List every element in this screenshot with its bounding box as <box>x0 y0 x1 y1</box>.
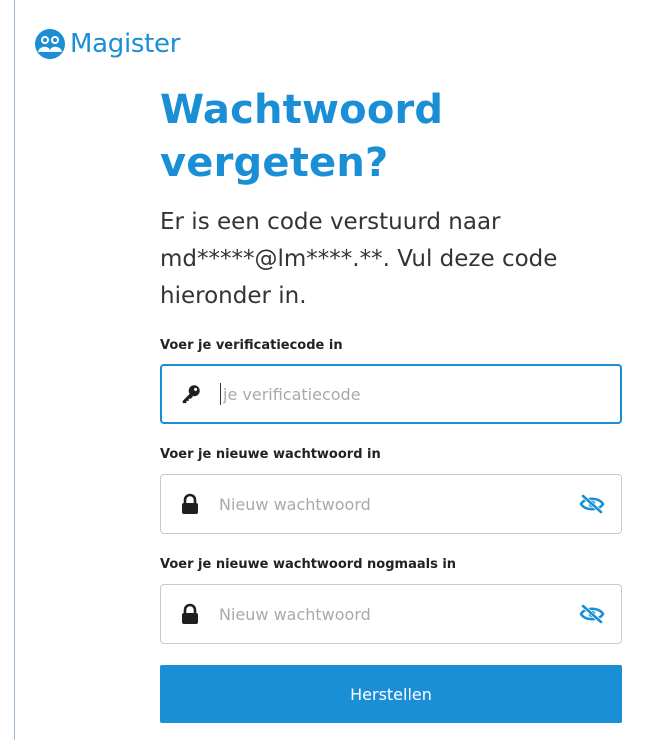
repeat-password-input[interactable] <box>219 585 563 643</box>
verification-code-input[interactable] <box>223 366 620 422</box>
key-icon <box>162 366 220 422</box>
eye-slash-icon[interactable] <box>563 585 621 643</box>
new-password-label: Voer je nieuwe wachtwoord in <box>160 447 381 462</box>
text-caret <box>220 383 221 405</box>
reset-button[interactable]: Herstellen <box>160 665 622 723</box>
new-password-input[interactable] <box>219 475 563 533</box>
repeat-password-field[interactable] <box>160 584 622 644</box>
magister-logo: Magister <box>34 27 180 61</box>
verification-code-label: Voer je verificatiecode in <box>160 338 343 353</box>
repeat-password-label: Voer je nieuwe wachtwoord nogmaals in <box>160 557 457 572</box>
magister-logo-icon <box>34 28 66 60</box>
lock-icon <box>161 475 219 533</box>
lock-icon <box>161 585 219 643</box>
verification-code-field[interactable] <box>160 364 622 424</box>
new-password-field[interactable] <box>160 474 622 534</box>
instruction-message: Er is een code verstuurd naar md*****@lm… <box>160 209 558 309</box>
eye-slash-icon[interactable] <box>563 475 621 533</box>
brand-name: Magister <box>70 29 181 59</box>
page-title: Wachtwoord vergeten? <box>160 87 444 186</box>
